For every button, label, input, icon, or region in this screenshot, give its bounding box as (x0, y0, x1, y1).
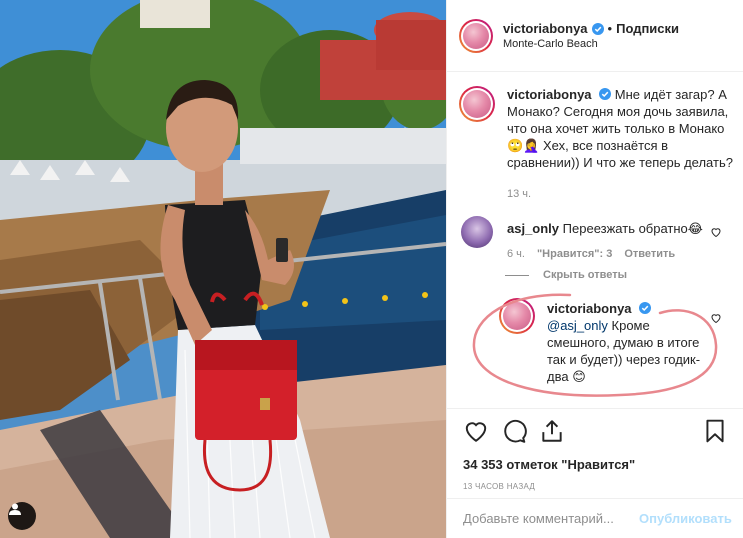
comment-likes[interactable]: "Нравится": 3 (537, 246, 612, 263)
publish-button[interactable]: Опубликовать (639, 511, 732, 526)
following-button[interactable]: Подписки (616, 21, 679, 36)
post-side-panel: victoriabonya • Подписки Monte-Carlo Bea… (446, 0, 743, 538)
post-photo[interactable] (0, 0, 446, 538)
caption-author-avatar[interactable] (459, 86, 495, 122)
bookmark-icon[interactable] (702, 418, 728, 444)
comment-time[interactable]: 6 ч. (507, 246, 525, 263)
user-icon (9, 503, 21, 515)
comment-bubble-icon[interactable] (501, 418, 527, 444)
author-avatar[interactable] (459, 18, 493, 53)
author-username[interactable]: victoriabonya (503, 21, 588, 36)
caption-time[interactable]: 13 ч. (507, 186, 531, 203)
hide-replies-button[interactable]: Скрыть ответы (505, 269, 627, 281)
verified-badge-icon (599, 88, 612, 100)
post-header: victoriabonya • Подписки Monte-Carlo Bea… (447, 0, 743, 72)
comment-input[interactable] (463, 511, 639, 526)
comment-item: asj_only Переезжать обратно😂 6 ч. "Нрави… (461, 216, 733, 263)
likes-count[interactable]: 34 353 отметок "Нравится" (463, 457, 728, 472)
verified-badge-icon (591, 22, 604, 35)
post-location[interactable]: Monte-Carlo Beach (503, 38, 679, 50)
like-heart-icon[interactable] (463, 418, 489, 444)
separator-dot: • (607, 21, 613, 36)
annotation-circle (472, 293, 718, 397)
like-comment-heart-icon[interactable] (710, 226, 722, 238)
caption: victoriabonya Мне идёт загар? А Монако? … (459, 86, 733, 203)
share-icon[interactable] (539, 418, 565, 444)
add-comment-bar: Опубликовать (447, 498, 743, 538)
post-actions: 34 353 отметок "Нравится" 13 ЧАСОВ НАЗАД (447, 408, 743, 491)
comment-author[interactable]: asj_only (507, 221, 559, 236)
tagged-users-button[interactable] (8, 502, 36, 530)
caption-author[interactable]: victoriabonya (507, 87, 592, 102)
reply-button[interactable]: Ответить (624, 246, 675, 263)
commenter-avatar[interactable] (461, 216, 493, 248)
comment-text: Переезжать обратно😂 (562, 221, 703, 236)
photo-scene (0, 0, 446, 538)
post-time[interactable]: 13 ЧАСОВ НАЗАД (463, 482, 728, 491)
